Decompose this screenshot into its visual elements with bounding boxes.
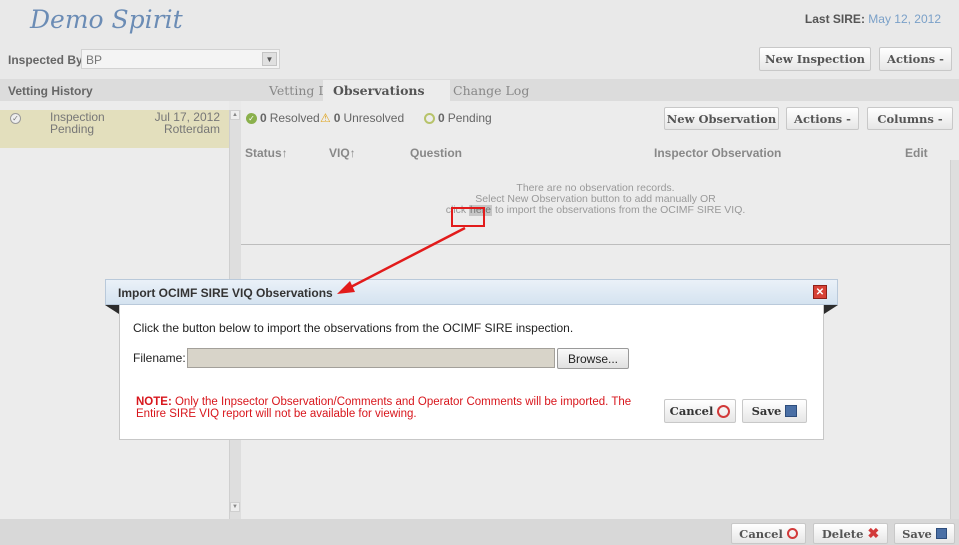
dialog-cancel-button[interactable]: Cancel [664,399,736,423]
columns-button[interactable]: Columns - [867,107,953,130]
new-inspection-button[interactable]: New Inspection [759,47,871,71]
dialog-note: NOTE: Only the Inpsector Observation/Com… [136,396,656,420]
resolved-count: 0 [260,111,267,125]
dialog-save-label: Save [751,404,782,418]
tab-observations-label: Observations [333,83,425,98]
note-text: Only the Inpsector Observation/Comments … [136,396,632,420]
unresolved-count: 0 [333,111,341,125]
pending-label: Pending [447,111,492,125]
dialog-corner-right [824,305,838,314]
columns-label: Columns - [877,111,943,126]
unresolved-summary: ⚠ 0 Unresolved [320,111,404,125]
footer-cancel-label: Cancel [739,526,783,541]
filename-label: Filename: [133,351,186,365]
check-circle-icon: ✓ [10,113,21,124]
tab-change-log[interactable]: Change Log [443,80,539,101]
footer-save-button[interactable]: Save [894,523,955,544]
red-x-icon: ✖ [867,525,880,542]
header-actions-button[interactable]: Actions - [879,47,952,71]
scroll-up-icon[interactable]: ▲ [230,110,240,120]
history-status: Inspection Pending [50,111,105,135]
column-question[interactable]: Question [410,146,462,160]
browse-label: Browse... [567,351,618,366]
annotation-highlight-box [451,207,485,227]
resolved-label: Resolved [269,111,320,125]
last-sire-label: Last SIRE: [804,12,865,26]
tab-change-log-label: Change Log [453,83,530,98]
footer-delete-button[interactable]: Delete ✖ [813,523,888,544]
prohibited-icon [786,528,798,539]
inspected-by-label: Inspected By: [8,53,87,67]
last-sire-info: Last SIRE: May 12, 2012 [805,12,941,26]
inspected-by-value: BP [86,53,103,67]
import-dialog-titlebar[interactable]: Import OCIMF SIRE VIQ Observations ✕ [105,279,838,305]
header-actions-label: Actions - [887,52,944,66]
browse-button[interactable]: Browse... [557,348,629,369]
observations-actions-button[interactable]: Actions - [786,107,859,130]
new-inspection-label: New Inspection [764,52,866,66]
resolved-summary: ✓ 0 Resolved [246,111,320,125]
empty-line3-suffix: to import the observations from the OCIM… [494,204,746,216]
chevron-down-icon[interactable]: ▼ [262,52,277,66]
column-edit: Edit [905,146,928,160]
filename-input[interactable] [187,348,555,368]
check-circle-icon: ✓ [246,112,257,124]
tab-observations[interactable]: Observations [323,80,450,101]
close-icon[interactable]: ✕ [813,285,827,299]
floppy-disk-icon [785,405,798,417]
footer-save-label: Save [902,526,932,541]
dialog-corner-left [105,305,119,314]
prohibited-icon [717,404,731,418]
note-label: NOTE: [136,396,172,408]
import-dialog-title: Import OCIMF SIRE VIQ Observations [118,286,333,300]
new-observation-button[interactable]: New Observation [664,107,779,130]
history-date-port: Jul 17, 2012 Rotterdam [140,111,220,135]
vetting-history-label: Vetting History [8,84,93,98]
new-observation-label: New Observation [666,111,777,126]
dialog-instruction: Click the button below to import the obs… [133,321,574,335]
column-status[interactable]: Status↑ [245,146,288,160]
warning-triangle-icon: ⚠ [320,111,331,125]
empty-circle-icon [424,112,435,124]
last-sire-date: May 12, 2012 [868,12,941,26]
pending-summary: 0 Pending [424,111,492,125]
empty-line3: click here to import the observations fr… [241,205,950,216]
history-port: Rotterdam [163,122,220,136]
observations-actions-label: Actions - [794,111,851,126]
history-status-line2: Pending [50,122,95,136]
floppy-disk-icon [935,528,947,539]
app-title: Demo Spirit [30,5,183,34]
dialog-cancel-label: Cancel [669,404,714,418]
empty-state-message: There are no observation records. Select… [241,183,950,216]
grid-divider [241,244,950,245]
observations-scrollbar[interactable] [950,160,959,519]
column-viq[interactable]: VIQ↑ [329,146,356,160]
pending-count: 0 [438,111,445,125]
footer-cancel-button[interactable]: Cancel [731,523,806,544]
column-inspector-observation[interactable]: Inspector Observation [654,146,781,160]
scroll-down-icon[interactable]: ▼ [230,502,240,512]
footer-delete-label: Delete [821,526,864,541]
inspected-by-select[interactable]: BP ▼ [81,49,280,69]
dialog-save-button[interactable]: Save [742,399,807,423]
unresolved-label: Unresolved [343,111,405,125]
